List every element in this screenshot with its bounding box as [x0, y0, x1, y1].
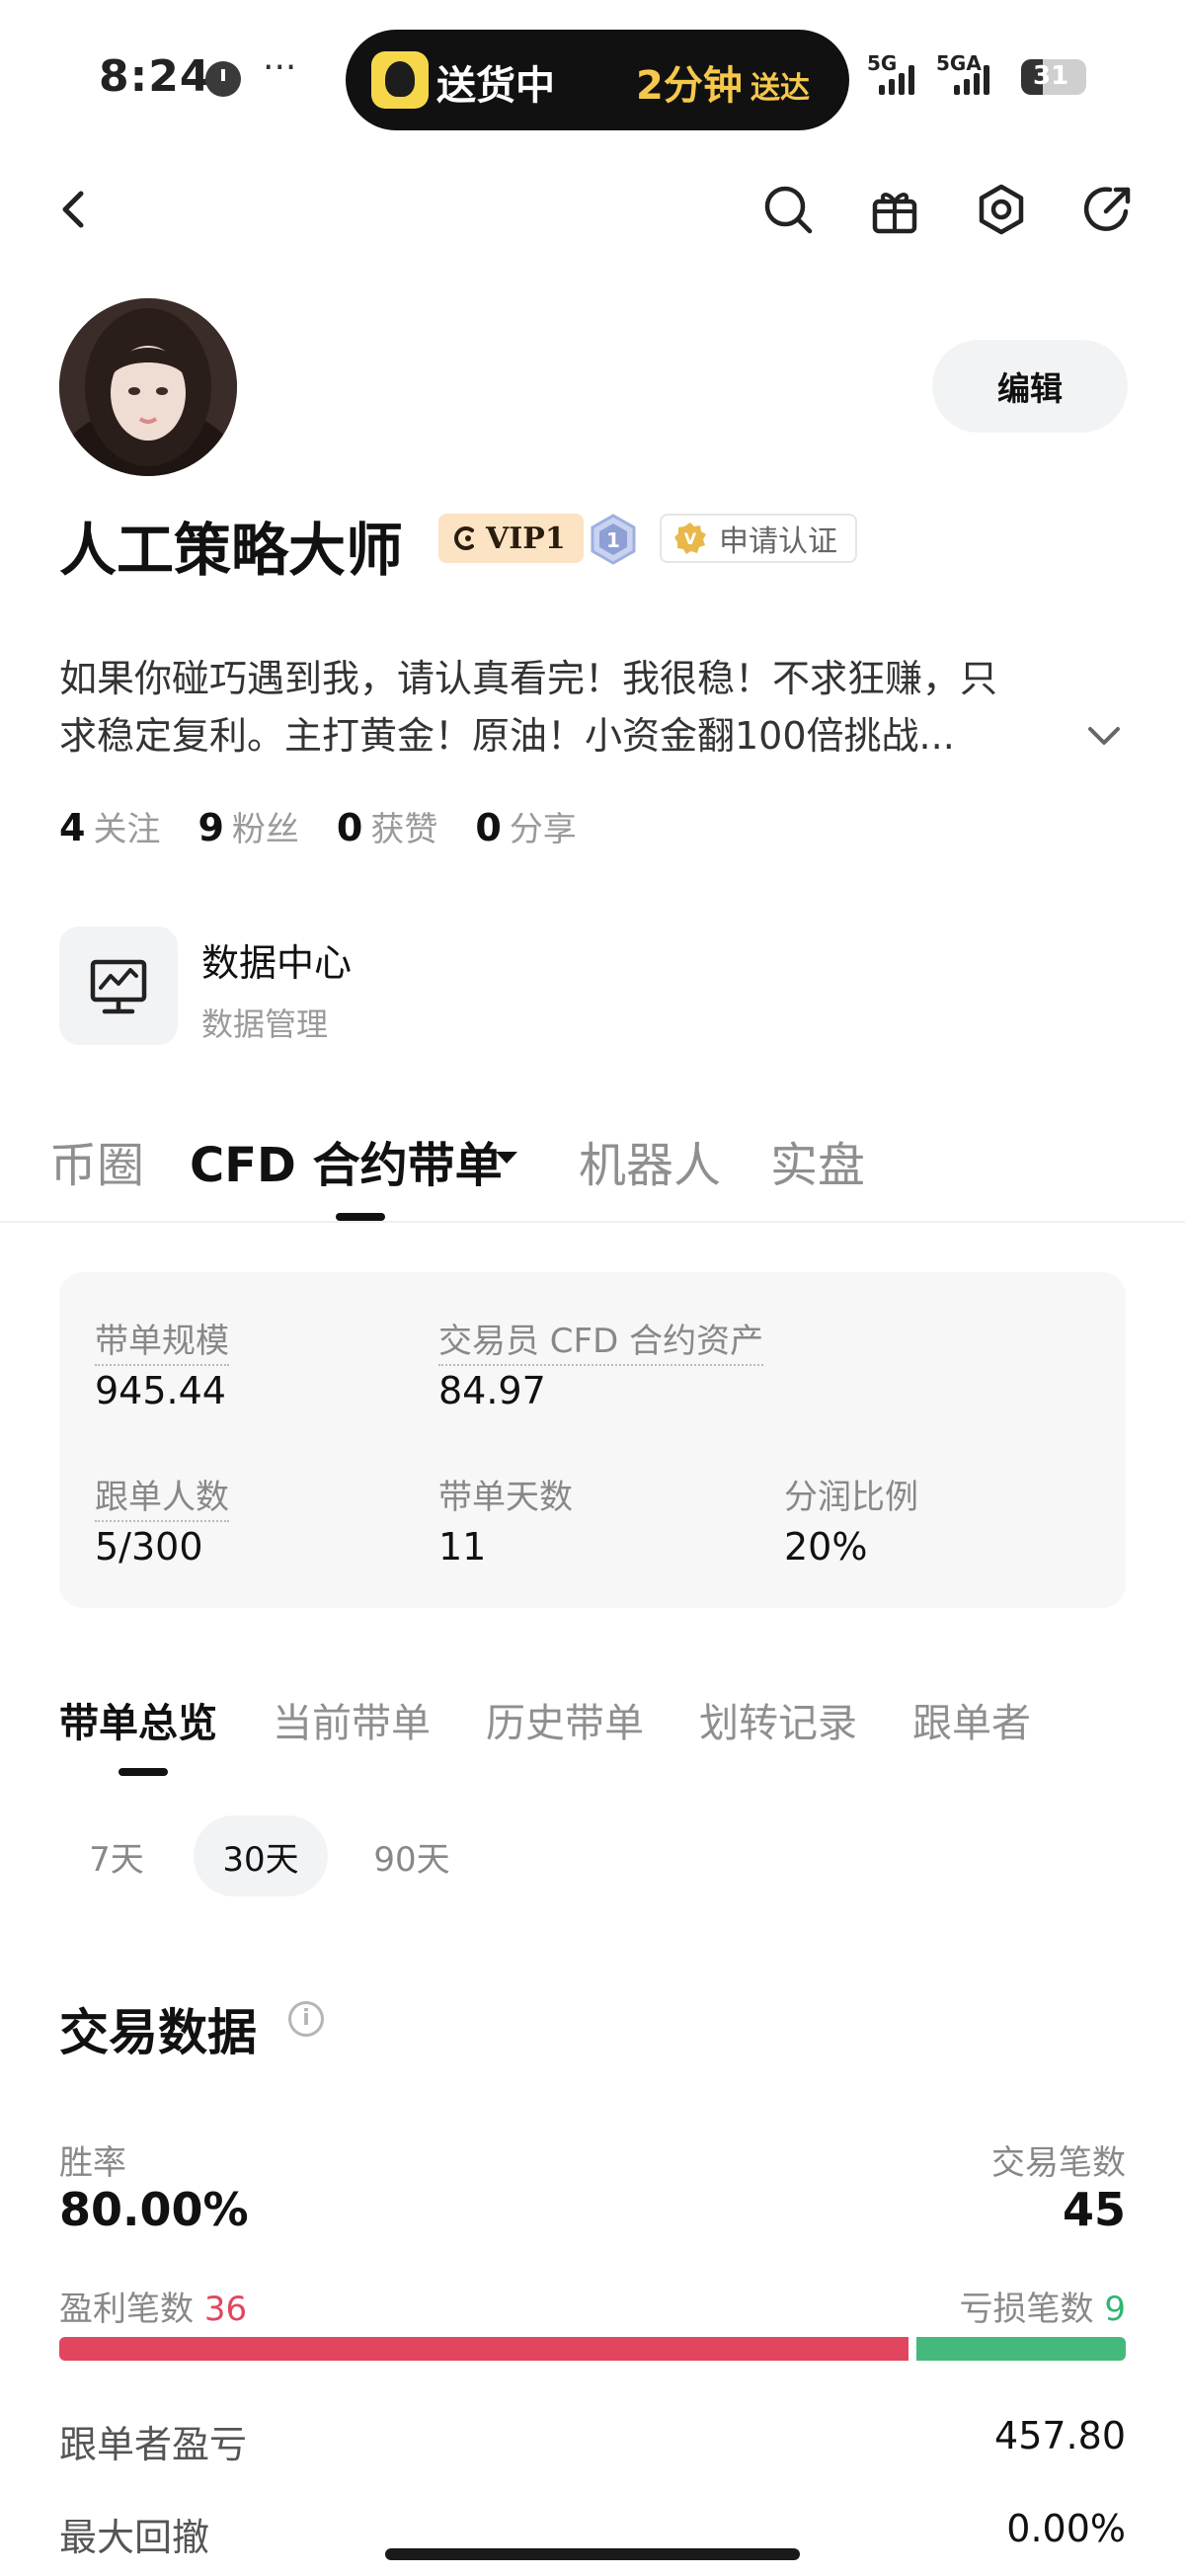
win-rate-value: 80.00% — [59, 2183, 249, 2236]
vip-label: VIP1 — [486, 521, 566, 556]
delivery-app-icon — [371, 51, 429, 109]
signal-icon-2 — [954, 65, 989, 95]
loss-trades-count: 9 — [1104, 2290, 1126, 2329]
loss-trades: 亏损笔数 9 — [960, 2282, 1126, 2330]
profit-trades: 盈利笔数 36 — [59, 2282, 247, 2330]
info-icon[interactable]: i — [288, 2001, 324, 2037]
stat-shares[interactable]: 0 分享 — [475, 802, 576, 850]
tabs-divider — [0, 1221, 1185, 1223]
subtab-overview[interactable]: 带单总览 — [59, 1691, 217, 1748]
scale-value: 945.44 — [95, 1369, 226, 1412]
vip-badge[interactable]: VIP1 — [438, 514, 584, 563]
profile-stats: 4 关注 9 粉丝 0 获赞 0 分享 — [59, 802, 577, 850]
delivery-eta: 2分钟 — [636, 63, 743, 109]
trade-count-label: 交易笔数 — [991, 2143, 1126, 2183]
profit-trades-count: 36 — [203, 2290, 248, 2329]
level-number: 1 — [606, 528, 620, 552]
tab-live-account[interactable]: 实盘 — [770, 1126, 865, 1195]
loss-ratio-bar — [916, 2337, 1126, 2361]
delivery-eta-suffix: 送达 — [750, 71, 810, 106]
follower-pnl-label: 跟单者盈亏 — [59, 2423, 248, 2466]
expand-bio-chevron-icon[interactable] — [1082, 721, 1126, 751]
copy-days-label: 带单天数 — [438, 1478, 573, 1517]
tab-crypto[interactable]: 币圈 — [49, 1126, 144, 1195]
profit-ratio-bar — [59, 2337, 908, 2361]
profile-name: 人工策略大师 — [59, 517, 404, 584]
profit-share-label: 分润比例 — [784, 1478, 918, 1517]
active-subtab-indicator — [118, 1768, 168, 1776]
settings-icon[interactable] — [974, 182, 1029, 237]
followers-count-label[interactable]: 跟单人数 — [95, 1470, 229, 1522]
share-icon[interactable] — [1080, 182, 1136, 237]
profit-share-value: 20% — [784, 1525, 868, 1569]
apply-verification-label: 申请认证 — [719, 524, 837, 559]
clock-icon — [205, 61, 241, 97]
battery-percent: 31 — [1033, 61, 1069, 91]
trade-count-value: 45 — [1062, 2183, 1126, 2236]
data-center-button[interactable] — [59, 926, 178, 1045]
data-center-subtitle: 数据管理 — [201, 1006, 329, 1043]
bio-line-1: 如果你碰巧遇到我，请认真看完！我很稳！不求狂赚，只 — [59, 657, 998, 700]
trade-data-title: 交易数据 — [59, 2004, 257, 2061]
stat-following[interactable]: 4 关注 — [59, 802, 160, 850]
subtab-transfers[interactable]: 划转记录 — [699, 1691, 857, 1748]
gift-icon[interactable] — [867, 182, 922, 237]
avatar[interactable] — [59, 298, 237, 476]
period-90d[interactable]: 90天 — [357, 1815, 466, 1896]
profile-bio[interactable]: 如果你碰巧遇到我，请认真看完！我很稳！不求狂赚，只 求稳定复利。主打黄金！原油！… — [59, 650, 1106, 765]
subtab-history[interactable]: 历史带单 — [486, 1691, 644, 1748]
vip-crescent-icon — [454, 526, 474, 550]
level-badge-icon[interactable]: 1 — [589, 514, 638, 565]
back-icon[interactable] — [47, 182, 103, 237]
profit-trades-label: 盈利笔数 — [59, 2290, 194, 2329]
data-center-title[interactable]: 数据中心 — [201, 932, 352, 987]
win-rate-label: 胜率 — [59, 2143, 126, 2183]
more-status-icon: ··· — [263, 47, 297, 88]
bio-line-2: 求稳定复利。主打黄金！原油！小资金翻100倍挑战... — [59, 714, 955, 758]
trader-assets-label[interactable]: 交易员 CFD 合约资产 — [438, 1314, 764, 1366]
edit-profile-button[interactable]: 编辑 — [932, 340, 1128, 433]
stat-followers[interactable]: 9 粉丝 — [198, 802, 298, 850]
tab-robot[interactable]: 机器人 — [579, 1126, 721, 1195]
scale-label[interactable]: 带单规模 — [95, 1314, 229, 1366]
home-indicator[interactable] — [385, 2548, 800, 2560]
signal-icon — [879, 65, 914, 95]
delivery-status: 送货中 — [436, 63, 555, 109]
period-7d[interactable]: 7天 — [67, 1815, 166, 1896]
copy-days-value: 11 — [438, 1525, 487, 1569]
max-drawdown-value: 0.00% — [1006, 2507, 1126, 2550]
stat-likes[interactable]: 0 获赞 — [337, 802, 437, 850]
status-time: 8:24 — [99, 51, 211, 102]
max-drawdown-label: 最大回撤 — [59, 2516, 210, 2559]
svg-text:V: V — [684, 529, 697, 548]
subtab-followers[interactable]: 跟单者 — [912, 1691, 1031, 1748]
caret-down-icon[interactable] — [494, 1148, 519, 1167]
follower-pnl-value: 457.80 — [994, 2414, 1126, 2457]
verified-badge-icon: V — [674, 523, 706, 554]
search-icon[interactable] — [760, 182, 816, 237]
period-30d[interactable]: 30天 — [194, 1815, 328, 1896]
monitor-chart-icon — [90, 959, 147, 1014]
followers-count-value: 5/300 — [95, 1525, 203, 1569]
tab-cfd-copy-trading[interactable]: CFD 合约带单 — [190, 1126, 503, 1195]
subtab-current[interactable]: 当前带单 — [273, 1691, 431, 1748]
apply-verification-button[interactable]: V 申请认证 — [660, 514, 857, 563]
loss-trades-label: 亏损笔数 — [959, 2290, 1094, 2329]
trader-assets-value: 84.97 — [438, 1369, 546, 1412]
active-tab-indicator — [336, 1213, 385, 1221]
